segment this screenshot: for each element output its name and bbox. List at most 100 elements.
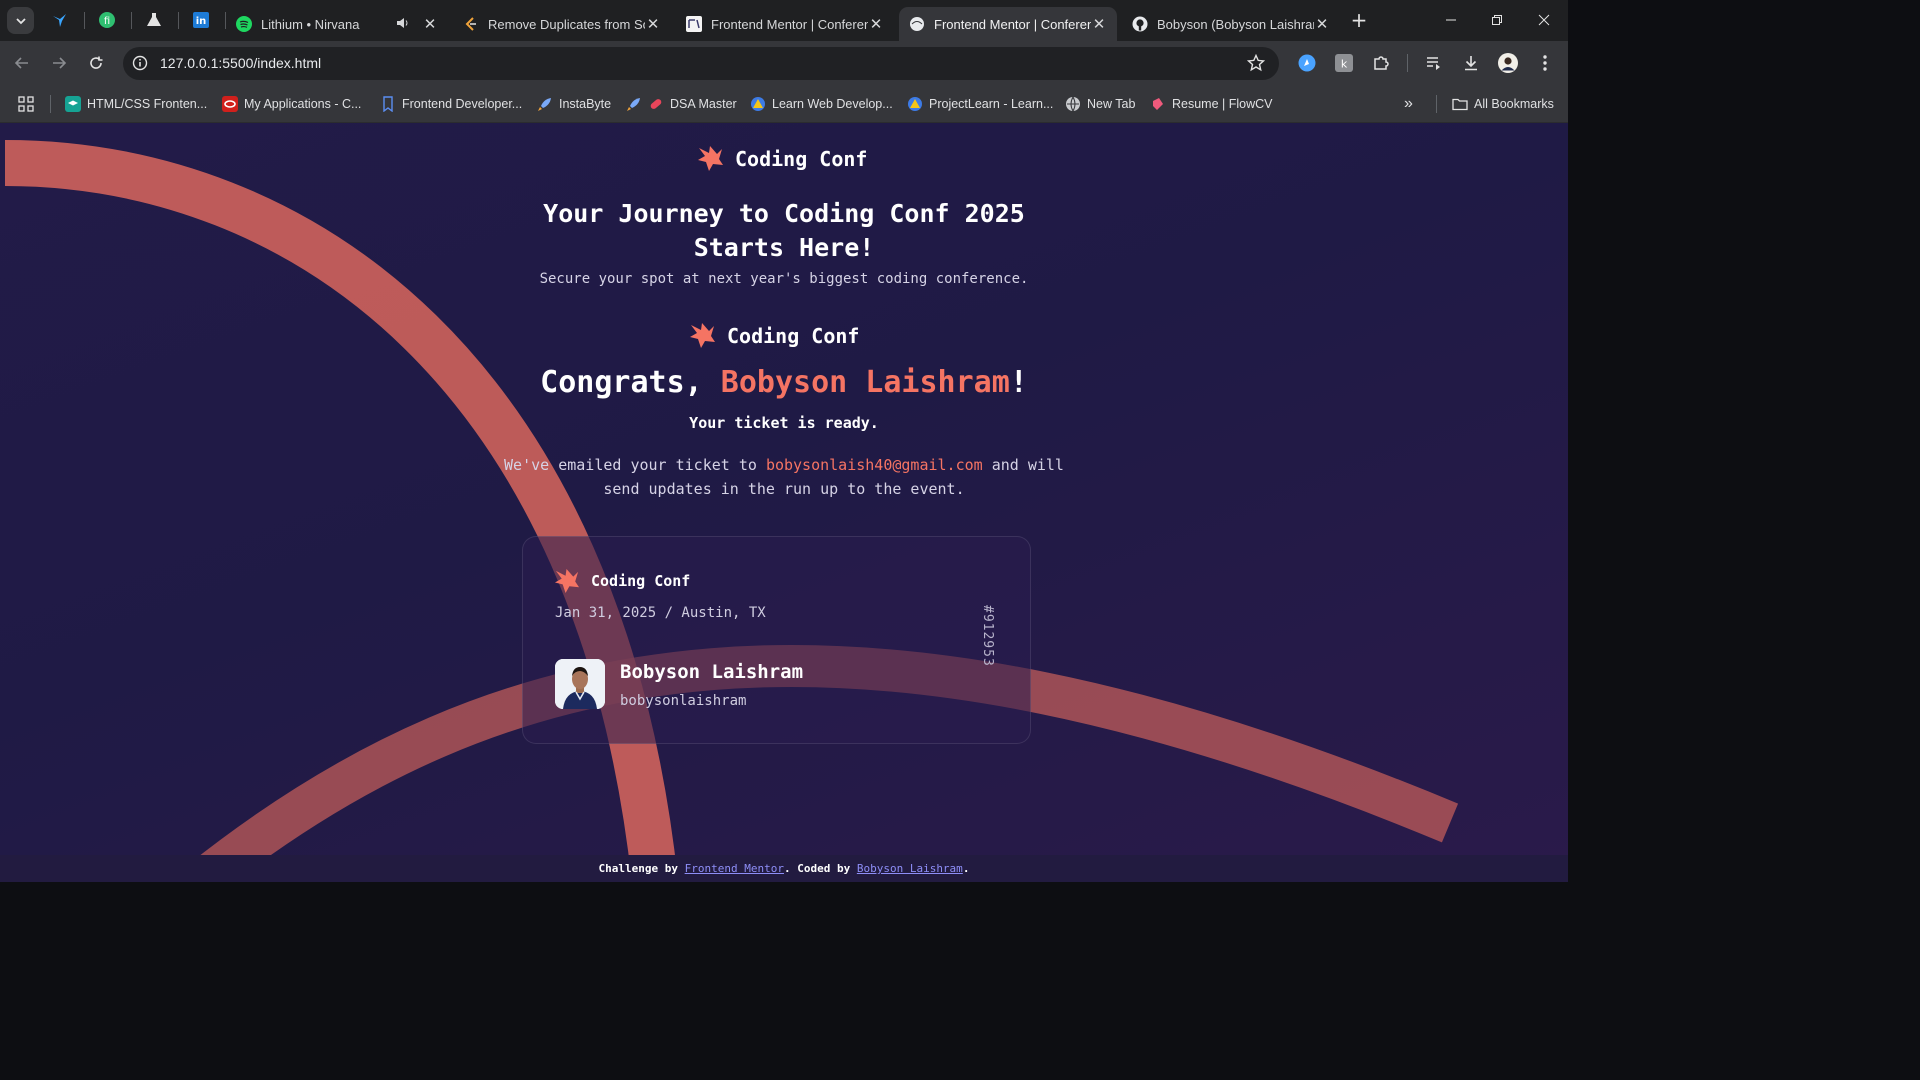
tab-frontend-mentor-1[interactable]: Frontend Mentor | Conference ticket gene… — [676, 7, 894, 41]
flask-icon — [147, 13, 161, 26]
close-window-button[interactable] — [1530, 6, 1558, 34]
media-controls-button[interactable] — [1424, 53, 1444, 73]
author-link[interactable]: Bobyson Laishram — [857, 862, 963, 875]
more-bookmarks-button[interactable]: » — [1404, 94, 1413, 114]
extensions-button[interactable] — [1371, 53, 1391, 73]
rocket-icon — [626, 96, 642, 112]
dinosaur-icon — [750, 96, 766, 112]
bookmark-frontend-developer[interactable]: Frontend Developer... — [380, 94, 522, 114]
bookmark-resume-flowcv[interactable]: Resume | FlowCV — [1150, 94, 1273, 114]
tab-leetcode[interactable]: Remove Duplicates from Sorted Array ✕ — [453, 7, 671, 41]
url-text[interactable]: 127.0.0.1:5500/index.html — [160, 55, 321, 71]
restore-button[interactable] — [1483, 6, 1511, 34]
svg-text:fi: fi — [104, 16, 110, 27]
bookmark-page-icon — [380, 96, 396, 112]
ticket-attendee-name: Bobyson Laishram — [620, 661, 804, 683]
bookmark-html-css[interactable]: HTML/CSS Fronten... — [65, 94, 207, 114]
close-icon[interactable]: ✕ — [1091, 15, 1107, 33]
forward-button[interactable] — [47, 51, 71, 75]
pill-icon — [648, 96, 664, 112]
pinned-tab-flask[interactable] — [143, 9, 165, 31]
ticket-brand: Coding Conf — [591, 572, 691, 590]
frontend-hire-icon: fi — [99, 12, 115, 28]
tab-frontend-mentor-active[interactable]: Frontend Mentor | Conference ticket gene… — [899, 7, 1117, 41]
bookmark-instabyte[interactable]: InstaByte — [537, 94, 611, 114]
close-icon[interactable]: ✕ — [645, 15, 661, 33]
close-icon[interactable]: ✕ — [422, 15, 438, 33]
github-icon — [1132, 16, 1148, 32]
download-icon — [1465, 56, 1477, 71]
congrats-suffix: ! — [1009, 365, 1028, 400]
footer-prefix: Challenge by — [598, 862, 685, 875]
page-viewport: Coding Conf Your Journey to Coding Conf … — [0, 123, 1568, 882]
ticket-logo: Coding Conf — [554, 568, 690, 594]
svg-text:in: in — [196, 16, 207, 27]
tab-search-button[interactable] — [7, 7, 34, 34]
tab-lithium[interactable]: Lithium • Nirvana ✕ — [226, 7, 448, 41]
congrats-prefix: Congrats, — [540, 365, 721, 400]
arrow-left-icon — [14, 57, 28, 69]
close-icon[interactable]: ✕ — [1314, 15, 1330, 33]
apps-grid-icon — [18, 96, 34, 112]
new-tab-button[interactable]: + — [1348, 9, 1370, 31]
bookmark-label: DSA Master — [670, 97, 737, 111]
bird-icon — [53, 14, 66, 27]
minimize-button[interactable] — [1437, 6, 1465, 34]
extension-k-button[interactable]: k — [1334, 53, 1354, 73]
star-icon[interactable] — [1247, 54, 1265, 72]
tab-title: Frontend Mentor | Conference ticket gene… — [934, 16, 1091, 32]
bookmark-label: New Tab — [1087, 97, 1136, 111]
pinned-tab-linkedin[interactable]: in — [190, 9, 212, 31]
bookmark-new-tab[interactable]: New Tab — [1065, 94, 1135, 114]
address-bar[interactable]: 127.0.0.1:5500/index.html — [123, 47, 1279, 80]
svg-text:k: k — [1341, 58, 1348, 71]
extension-blue-icon — [1298, 54, 1316, 72]
tab-strip: fi in Lithium • Nirvana ✕ Remove Duplica… — [0, 0, 1568, 41]
frontend-mentor-link[interactable]: Frontend Mentor — [685, 862, 784, 875]
ticket-number-text: #912953 — [980, 605, 995, 667]
chevron-down-icon — [15, 17, 26, 24]
info-icon[interactable] — [132, 55, 148, 71]
tab-github[interactable]: Bobyson (Bobyson Laishram) ✕ — [1122, 7, 1340, 41]
email-notice: We've emailed your ticket to bobysonlais… — [0, 453, 1568, 501]
bookmark-my-applications[interactable]: My Applications - C... — [222, 94, 361, 114]
bookmark-label: Resume | FlowCV — [1172, 97, 1273, 111]
reload-button[interactable] — [84, 51, 108, 75]
bookmark-learn-web-develop[interactable]: Learn Web Develop... — [750, 94, 893, 114]
pinned-tab-fh[interactable]: fi — [96, 9, 118, 31]
congrats-name: Bobyson Laishram — [720, 365, 1010, 400]
bookmark-label: HTML/CSS Fronten... — [87, 97, 208, 111]
pinned-tab-bird[interactable] — [49, 9, 71, 31]
back-button[interactable] — [10, 51, 34, 75]
bookmarks-bar: HTML/CSS Fronten... My Applications - C.… — [0, 85, 1568, 123]
oracle-icon — [222, 96, 238, 112]
menu-button[interactable] — [1535, 53, 1555, 73]
brand-name: Coding Conf — [727, 323, 860, 348]
subtitle: Secure your spot at next year's biggest … — [539, 271, 1029, 287]
footer-suffix: . — [962, 862, 970, 875]
bookmark-label: InstaByte — [559, 97, 612, 111]
header-logo[interactable]: Coding Conf — [697, 145, 867, 172]
footer-middle: . Coded by — [783, 862, 857, 875]
downloads-button[interactable] — [1461, 53, 1481, 73]
bookmark-projectlearn[interactable]: ProjectLearn - Learn... — [907, 94, 1053, 114]
bookmark-dsa-master[interactable]: DSA Master — [626, 94, 737, 114]
coding-conf-logo-icon — [554, 568, 580, 594]
globe-icon — [909, 16, 925, 32]
close-icon[interactable]: ✕ — [868, 15, 884, 33]
ticket-username: bobysonlaishram — [620, 693, 747, 709]
linkedin-icon: in — [193, 12, 209, 28]
headline-line-1: Your Journey to Coding Conf 2025 — [543, 199, 1025, 228]
ticket-date-location: Jan 31, 2025 / Austin, TX — [555, 605, 766, 621]
tab-title: Lithium • Nirvana — [261, 16, 360, 32]
apps-button[interactable] — [18, 94, 34, 114]
coding-conf-logo-icon — [690, 323, 715, 348]
folder-icon — [1452, 96, 1468, 112]
all-bookmarks-button[interactable]: All Bookmarks — [1452, 94, 1554, 114]
email-address: bobysonlaish40@gmail.com — [765, 456, 983, 474]
speaker-icon[interactable] — [396, 16, 416, 33]
profile-button[interactable] — [1498, 53, 1518, 73]
avatar — [555, 659, 605, 709]
puzzle-icon — [1374, 56, 1389, 70]
extension-blue-button[interactable] — [1297, 53, 1317, 73]
